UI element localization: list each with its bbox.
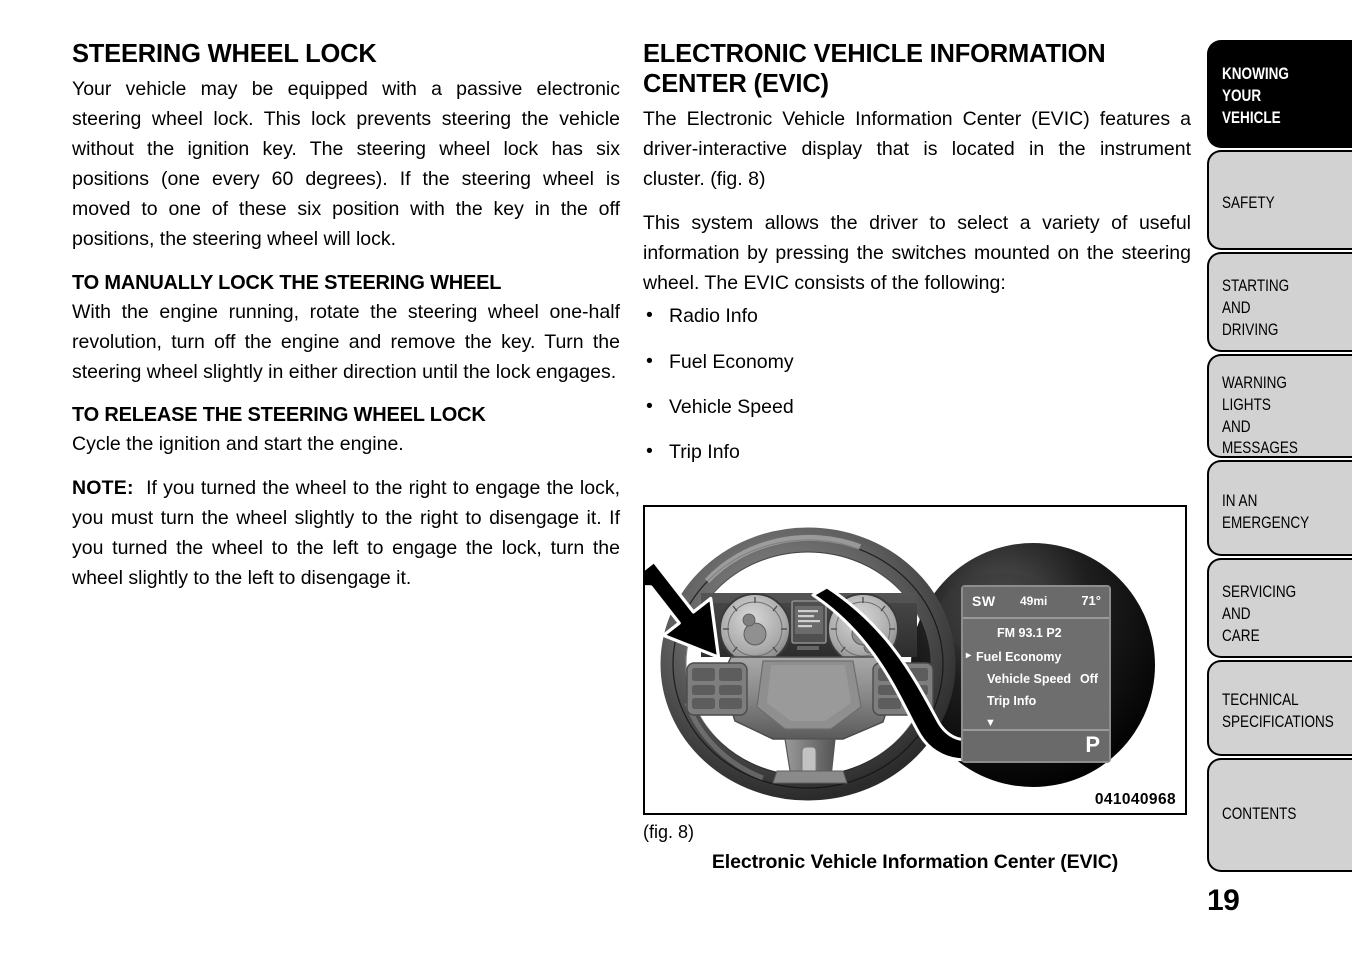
- note-body: If you turned the wheel to the right to …: [72, 477, 621, 590]
- sidebar-item-label: WARNING LIGHTS AND MESSAGES: [1222, 374, 1298, 458]
- figure-caption: Electronic Vehicle Information Center (E…: [711, 851, 1119, 873]
- page-number: 19: [1207, 884, 1240, 917]
- evic-title: ELECTRONIC VEHICLE INFORMATION CENTER (E…: [643, 40, 1106, 98]
- evic-menu-item-vehicle-speed[interactable]: Vehicle Speed: [987, 672, 1071, 686]
- subheading-release-lock: TO RELEASE THE STEERING WHEEL LOCK: [72, 403, 486, 426]
- list-item-label: Radio Info: [669, 305, 758, 328]
- sidebar-item-contents[interactable]: CONTENTS: [1207, 758, 1352, 872]
- evic-status-bar: SW 49mi 71°: [963, 587, 1109, 619]
- figure-8-illustration: SW 49mi 71° FM 93.1 P2 ▸ Fuel Economy Veh…: [643, 505, 1187, 815]
- evic-selection-caret-icon: ▸: [966, 650, 972, 661]
- evic-menu-item-fuel-economy[interactable]: ▸ Fuel Economy: [966, 650, 1062, 664]
- page-title: STEERING WHEEL LOCK: [72, 40, 377, 68]
- evic-feature-list: • Radio Info • Fuel Economy • Vehicle Speed…: [643, 304, 1191, 465]
- note-paragraph: NOTE: If you turned the wheel to the rig…: [72, 473, 620, 594]
- evic-vehicle-speed-value: Off: [1079, 672, 1098, 686]
- sidebar-item-label: TECHNICAL SPECIFICATIONS: [1222, 691, 1334, 731]
- evic-radio-preset: FM 93.1 P2: [997, 626, 1062, 640]
- bullet-icon: •: [646, 395, 653, 418]
- sidebar-item-label: CONTENTS: [1222, 805, 1297, 823]
- left-text-column: STEERING WHEEL LOCK Your vehicle may be …: [72, 40, 620, 608]
- subheading-manual-lock: TO MANUALLY LOCK THE STEERING WHEEL: [72, 271, 502, 294]
- sidebar-item-servicing-and-care[interactable]: SERVICING AND CARE: [1207, 558, 1352, 658]
- list-item-label: Trip Info: [669, 441, 740, 464]
- manual-lock-paragraph: With the engine running, rotate the stee…: [72, 300, 620, 383]
- list-item: • Vehicle Speed: [643, 395, 1191, 420]
- sidebar-item-label: STARTING AND DRIVING: [1222, 277, 1290, 339]
- bullet-icon: •: [646, 349, 653, 372]
- section-tab-navigation: KNOWING YOUR VEHICLE SAFETY STARTING AND…: [1207, 40, 1352, 872]
- sidebar-item-warning-lights-and-messages[interactable]: WARNING LIGHTS AND MESSAGES: [1207, 354, 1352, 458]
- figure-id-number: 041040968: [1094, 791, 1176, 808]
- sidebar-item-label: SAFETY: [1222, 194, 1275, 212]
- evic-paragraph-1: The Electronic Vehicle Information Cente…: [643, 107, 1191, 190]
- list-item-label: Vehicle Speed: [669, 396, 794, 419]
- manual-page: STEERING WHEEL LOCK Your vehicle may be …: [0, 0, 1352, 954]
- figure-number-label: (fig. 8): [643, 822, 695, 842]
- evic-menu-item-label: Vehicle Speed: [987, 672, 1072, 686]
- left-steering-wheel-switches: [686, 662, 748, 716]
- sidebar-item-starting-and-driving[interactable]: STARTING AND DRIVING: [1207, 252, 1352, 352]
- note-label: NOTE:: [72, 477, 134, 500]
- evic-gear-bar: P: [963, 729, 1109, 761]
- sidebar-item-safety[interactable]: SAFETY: [1207, 150, 1352, 250]
- release-lock-paragraph: Cycle the ignition and start the engine.: [72, 432, 404, 455]
- bullet-icon: •: [646, 440, 653, 463]
- evic-compass-heading: SW: [972, 593, 996, 609]
- sidebar-item-label: KNOWING YOUR VEHICLE: [1222, 65, 1289, 127]
- evic-menu-list: FM 93.1 P2 ▸ Fuel Economy Vehicle Speed O…: [963, 619, 1109, 733]
- bullet-icon: •: [646, 304, 653, 327]
- evic-menu-item-label: Fuel Economy: [976, 650, 1062, 664]
- chevron-down-icon[interactable]: ▼: [985, 717, 996, 729]
- sidebar-item-in-an-emergency[interactable]: IN AN EMERGENCY: [1207, 460, 1352, 556]
- evic-menu-item-trip-info[interactable]: Trip Info: [987, 694, 1036, 708]
- list-item-label: Fuel Economy: [669, 350, 794, 373]
- list-item: • Trip Info: [643, 440, 1191, 465]
- evic-display-screen: SW 49mi 71° FM 93.1 P2 ▸ Fuel Economy Veh…: [961, 585, 1111, 763]
- list-item: • Fuel Economy: [643, 350, 1191, 375]
- sidebar-item-label: IN AN EMERGENCY: [1222, 492, 1310, 532]
- sidebar-item-knowing-your-vehicle[interactable]: KNOWING YOUR VEHICLE: [1207, 40, 1352, 148]
- intro-paragraph: Your vehicle may be equipped with a pass…: [72, 77, 620, 251]
- evic-distance-value: 49mi: [1020, 594, 1048, 608]
- list-item: • Radio Info: [643, 304, 1191, 329]
- evic-temperature-value: 71°: [1081, 593, 1101, 608]
- sidebar-item-technical-specifications[interactable]: TECHNICAL SPECIFICATIONS: [1207, 660, 1352, 756]
- evic-gear-indicator: P: [1085, 732, 1100, 757]
- evic-paragraph-2: This system allows the driver to select …: [643, 212, 1191, 295]
- evic-menu-item-label: Trip Info: [987, 694, 1037, 708]
- sidebar-item-label: SERVICING AND CARE: [1222, 583, 1297, 645]
- right-text-column: ELECTRONIC VEHICLE INFORMATION CENTER (E…: [643, 40, 1191, 486]
